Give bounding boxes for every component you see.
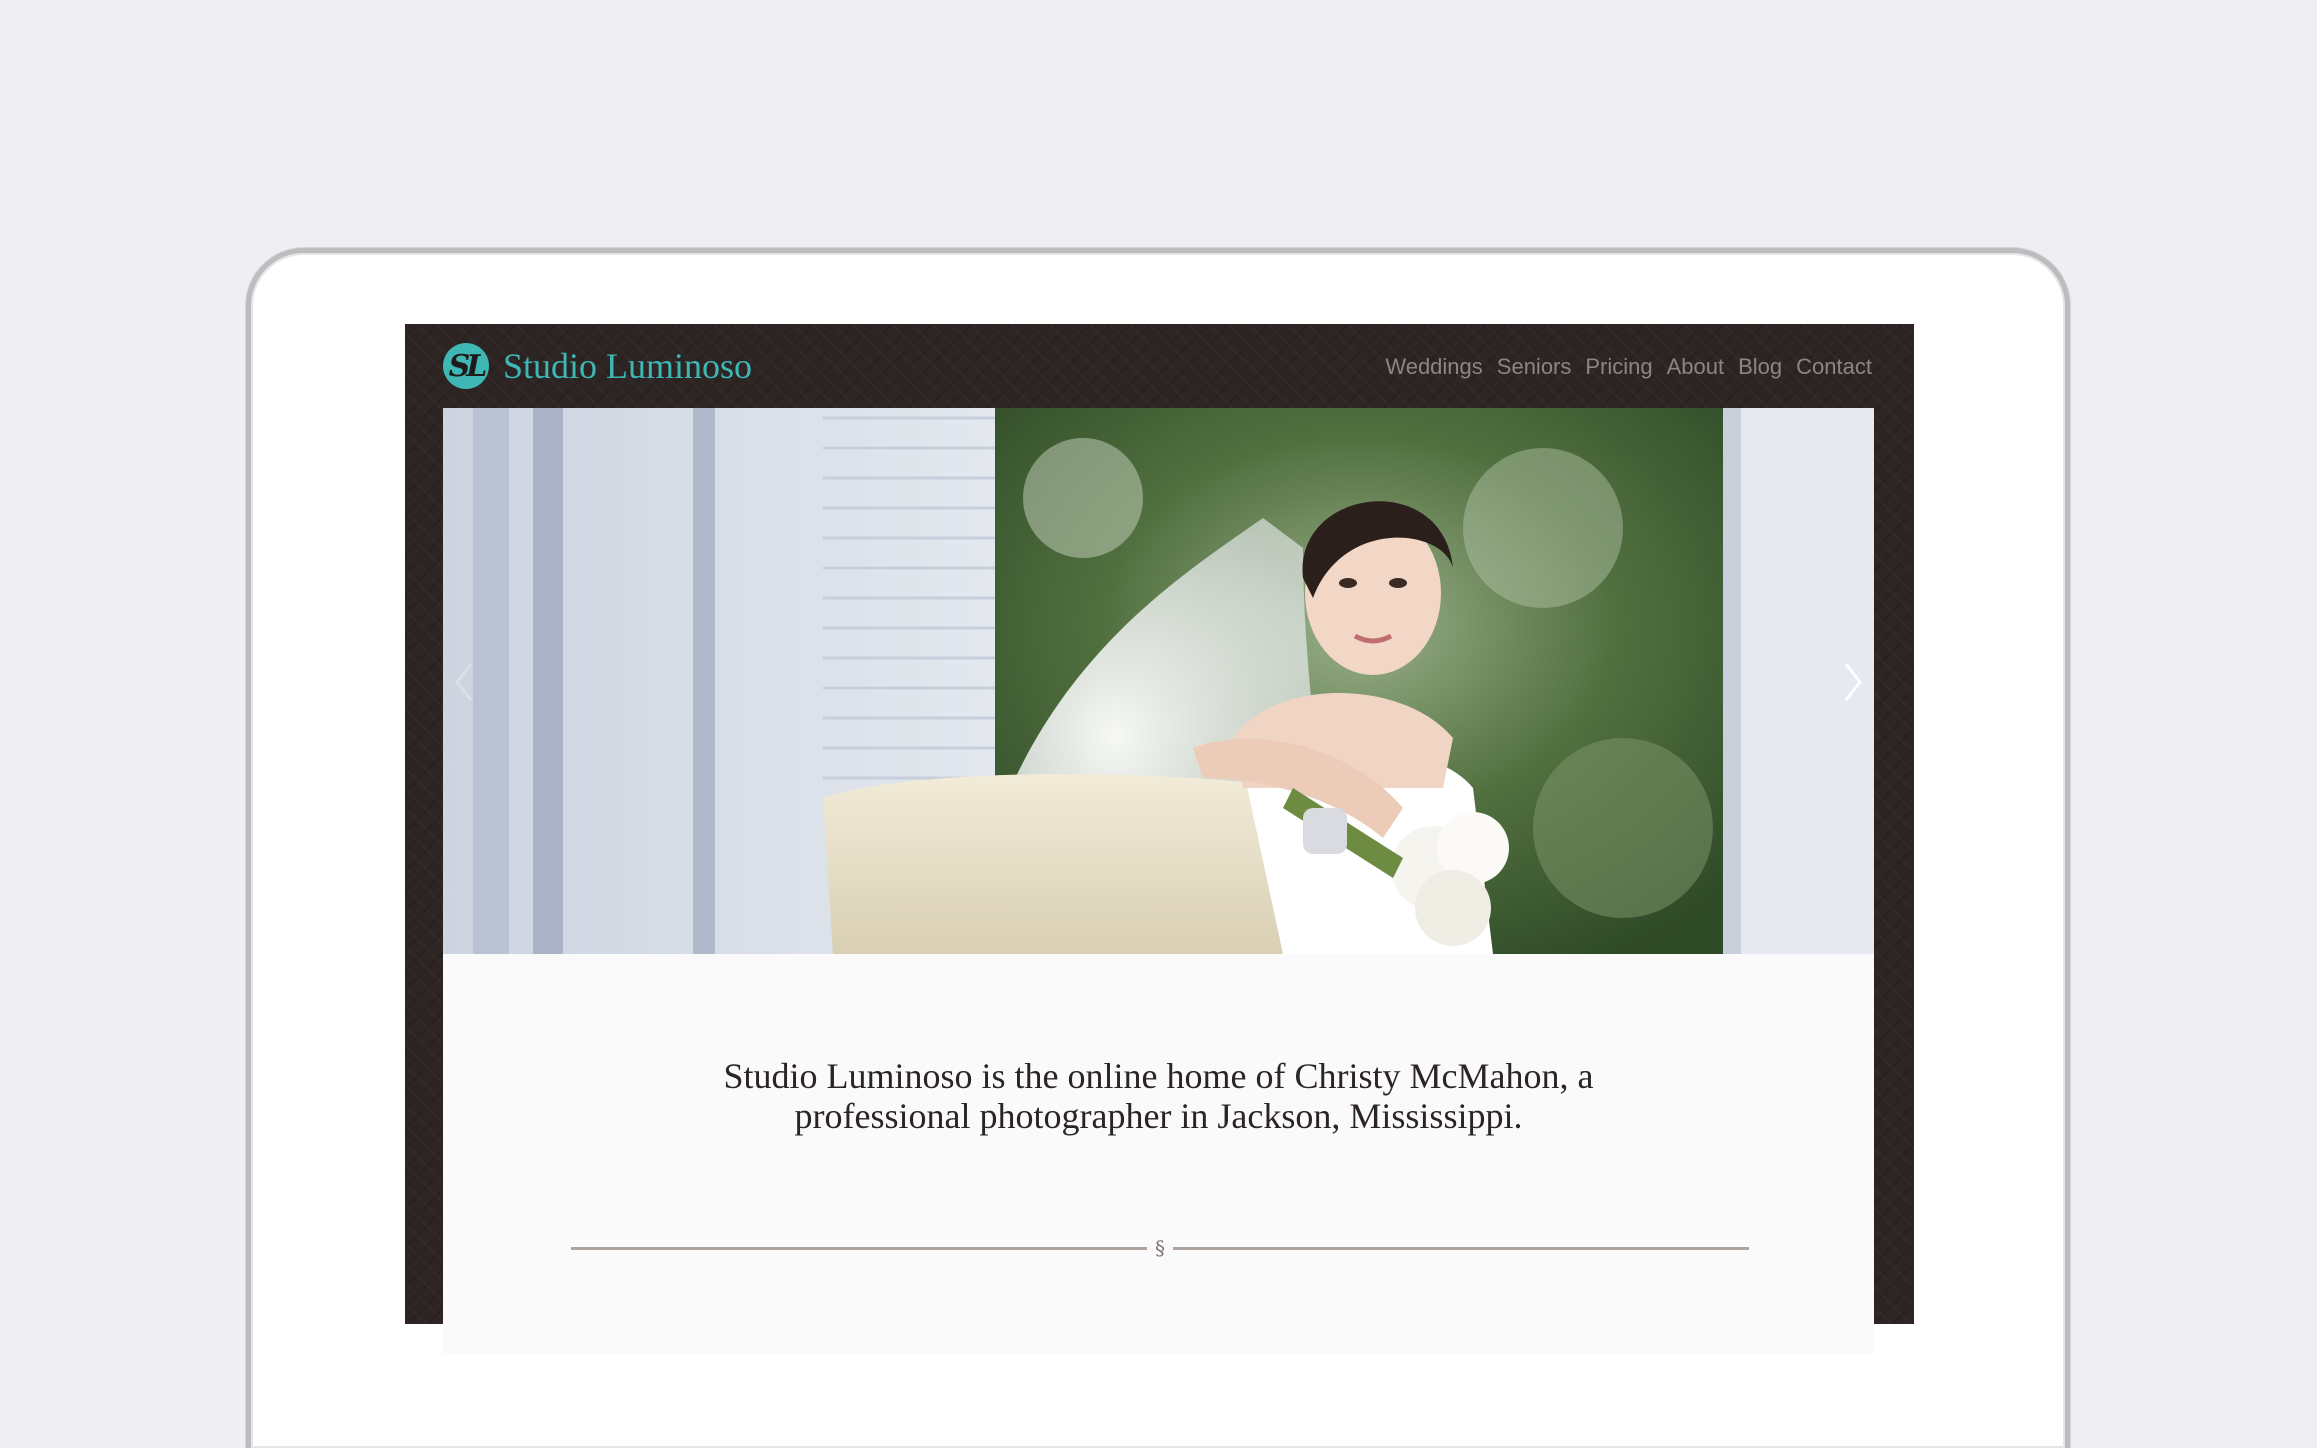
section-divider: § (571, 1236, 1749, 1260)
site-header: SL Studio Luminoso Weddings Seniors Pric… (405, 324, 1914, 408)
nav-pricing[interactable]: Pricing (1585, 354, 1652, 380)
logo-mark-icon: SL (443, 343, 489, 389)
website-screen: SL Studio Luminoso Weddings Seniors Pric… (405, 324, 1914, 1354)
nav-blog[interactable]: Blog (1738, 354, 1782, 380)
nav-about[interactable]: About (1667, 354, 1725, 380)
hero-slideshow (443, 408, 1874, 954)
bride-portrait-photo (443, 408, 1874, 954)
intro-section: Studio Luminoso is the online home of Ch… (443, 954, 1874, 1354)
site-name: Studio Luminoso (503, 346, 753, 386)
divider-line-right (1173, 1247, 1749, 1250)
chevron-right-icon[interactable] (1832, 652, 1872, 712)
nav-contact[interactable]: Contact (1796, 354, 1872, 380)
site-logo[interactable]: SL Studio Luminoso (443, 343, 752, 389)
chevron-left-icon[interactable] (445, 652, 485, 712)
nav-seniors[interactable]: Seniors (1497, 354, 1572, 380)
main-nav: Weddings Seniors Pricing About Blog Cont… (1385, 354, 1872, 380)
intro-text: Studio Luminoso is the online home of Ch… (723, 1056, 1594, 1136)
nav-weddings[interactable]: Weddings (1385, 354, 1482, 380)
